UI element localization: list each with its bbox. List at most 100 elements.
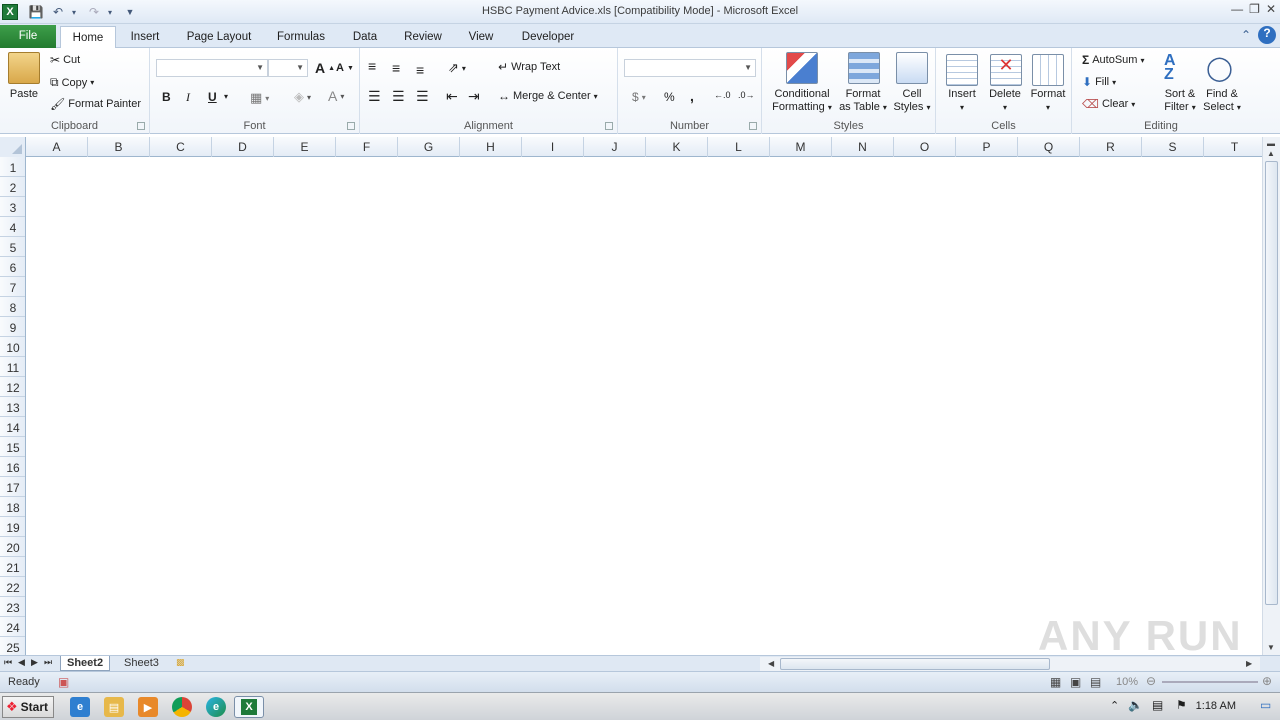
volume-icon[interactable]: 🔈 xyxy=(1128,698,1143,712)
bold-button[interactable]: B xyxy=(162,90,171,104)
row-header[interactable]: 16 xyxy=(0,457,25,477)
row-header[interactable]: 18 xyxy=(0,497,25,517)
normal-view-icon[interactable]: ▦ xyxy=(1050,675,1061,689)
find-select-button[interactable]: Find & Select ▾ xyxy=(1200,88,1244,114)
excel-taskbar-button[interactable]: X xyxy=(234,696,264,718)
network-icon[interactable]: ▤ xyxy=(1152,698,1163,712)
prev-sheet-icon[interactable]: ◀ xyxy=(18,657,25,668)
number-format-dropdown[interactable]: ▼ xyxy=(624,59,756,77)
column-header[interactable]: T xyxy=(1204,137,1266,157)
column-header[interactable]: Q xyxy=(1018,137,1080,157)
sort-filter-button[interactable]: Sort & Filter ▾ xyxy=(1160,88,1200,114)
row-header[interactable]: 25 xyxy=(0,637,25,657)
vertical-scrollbar[interactable]: ▬ ▲ ▼ xyxy=(1262,137,1280,657)
column-header[interactable]: B xyxy=(88,137,150,157)
first-sheet-icon[interactable]: ⏮ xyxy=(4,657,12,668)
action-center-flag-icon[interactable]: ⚑ xyxy=(1176,698,1187,712)
row-header[interactable]: 12 xyxy=(0,377,25,397)
column-header[interactable]: J xyxy=(584,137,646,157)
tab-page-layout[interactable]: Page Layout xyxy=(180,26,258,48)
conditional-formatting-button[interactable]: Conditional Formatting ▾ xyxy=(766,88,838,114)
row-header[interactable]: 2 xyxy=(0,177,25,197)
paste-icon[interactable] xyxy=(8,52,40,84)
column-header[interactable]: F xyxy=(336,137,398,157)
row-header[interactable]: 19 xyxy=(0,517,25,537)
macro-record-icon[interactable]: ▣ xyxy=(58,675,69,689)
clock[interactable]: 1:18 AM xyxy=(1196,700,1236,712)
tab-data[interactable]: Data xyxy=(344,26,386,48)
page-layout-view-icon[interactable]: ▣ xyxy=(1070,675,1081,689)
top-align-icon[interactable]: ≡ xyxy=(368,58,376,74)
column-header[interactable]: H xyxy=(460,137,522,157)
column-header[interactable]: I xyxy=(522,137,584,157)
merge-center-button[interactable]: ↔ Merge & Center ▾ xyxy=(498,89,598,103)
fill-button[interactable]: ⬇ Fill ▾ xyxy=(1082,75,1116,89)
font-color-icon[interactable]: A ▾ xyxy=(328,88,344,104)
row-header[interactable]: 4 xyxy=(0,217,25,237)
paste-button[interactable]: Paste xyxy=(4,88,44,101)
font-size-dropdown[interactable]: ▼ xyxy=(268,59,308,77)
help-icon[interactable]: ? xyxy=(1258,26,1276,44)
currency-button[interactable]: $ ▾ xyxy=(632,90,646,104)
row-header[interactable]: 7 xyxy=(0,277,25,297)
row-header[interactable]: 20 xyxy=(0,537,25,557)
increase-indent-icon[interactable]: ⇥ xyxy=(468,88,480,105)
underline-dropdown-icon[interactable]: ▾ xyxy=(224,92,228,101)
delete-cells-button[interactable]: Delete ▾ xyxy=(984,88,1026,114)
align-left-icon[interactable]: ☰ xyxy=(368,88,381,105)
row-header[interactable]: 9 xyxy=(0,317,25,337)
minimize-ribbon-icon[interactable]: ⌃ xyxy=(1241,28,1251,42)
bottom-align-icon[interactable]: ≡ xyxy=(416,62,424,78)
format-as-table-button[interactable]: Format as Table ▾ xyxy=(838,88,888,114)
row-header[interactable]: 21 xyxy=(0,557,25,577)
column-header[interactable]: R xyxy=(1080,137,1142,157)
grow-font-icon[interactable]: A ▲ xyxy=(315,60,335,76)
row-header[interactable]: 6 xyxy=(0,257,25,277)
column-header[interactable]: N xyxy=(832,137,894,157)
tab-file[interactable]: File xyxy=(0,25,56,48)
font-name-dropdown[interactable]: ▼ xyxy=(156,59,268,77)
middle-align-icon[interactable]: ≡ xyxy=(392,60,400,76)
page-break-view-icon[interactable]: ▤ xyxy=(1090,675,1101,689)
column-header[interactable]: E xyxy=(274,137,336,157)
shrink-font-icon[interactable]: A ▼ xyxy=(336,62,354,74)
edge-icon[interactable]: e xyxy=(206,697,226,717)
scroll-up-icon[interactable]: ▲ xyxy=(1267,149,1275,158)
scroll-left-icon[interactable]: ◀ xyxy=(768,659,774,668)
row-header[interactable]: 15 xyxy=(0,437,25,457)
wrap-text-button[interactable]: ↵ Wrap Text xyxy=(498,60,560,74)
sheet-tab-sheet3[interactable]: Sheet3 xyxy=(118,656,165,671)
column-header[interactable]: D xyxy=(212,137,274,157)
decrease-decimal-icon[interactable]: .0→ xyxy=(738,90,755,100)
show-desktop-icon[interactable]: ▭ xyxy=(1260,698,1271,712)
zoom-out-icon[interactable]: ⊖ xyxy=(1146,674,1156,688)
start-button[interactable]: ❖ Start xyxy=(2,696,54,718)
percent-button[interactable]: % xyxy=(664,90,675,104)
tray-expand-icon[interactable]: ⌃ xyxy=(1110,699,1119,712)
scroll-right-icon[interactable]: ▶ xyxy=(1246,659,1252,668)
tab-insert[interactable]: Insert xyxy=(122,26,168,48)
alignment-launcher-icon[interactable] xyxy=(605,122,613,130)
clipboard-launcher-icon[interactable] xyxy=(137,122,145,130)
insert-sheet-icon[interactable]: ▩ xyxy=(176,657,185,668)
format-cells-button[interactable]: Format ▾ xyxy=(1026,88,1070,114)
column-header[interactable]: S xyxy=(1142,137,1204,157)
row-header[interactable]: 17 xyxy=(0,477,25,497)
column-header[interactable]: O xyxy=(894,137,956,157)
column-header[interactable]: A xyxy=(26,137,88,157)
row-header[interactable]: 10 xyxy=(0,337,25,357)
zoom-level[interactable]: 10% xyxy=(1116,676,1138,688)
comma-button[interactable]: , xyxy=(690,88,694,104)
restore-icon[interactable]: ❐ xyxy=(1249,2,1260,16)
cut-button[interactable]: ✂ Cut xyxy=(50,53,80,67)
column-header[interactable]: C xyxy=(150,137,212,157)
column-header[interactable]: M xyxy=(770,137,832,157)
clear-button[interactable]: ⌫ Clear ▾ xyxy=(1082,97,1135,111)
horizontal-scroll-thumb[interactable] xyxy=(780,658,1050,670)
row-header[interactable]: 14 xyxy=(0,417,25,437)
row-header[interactable]: 13 xyxy=(0,397,25,417)
row-header[interactable]: 1 xyxy=(0,157,25,177)
close-icon[interactable]: ✕ xyxy=(1266,2,1276,16)
zoom-in-icon[interactable]: ⊕ xyxy=(1262,674,1272,688)
number-launcher-icon[interactable] xyxy=(749,122,757,130)
